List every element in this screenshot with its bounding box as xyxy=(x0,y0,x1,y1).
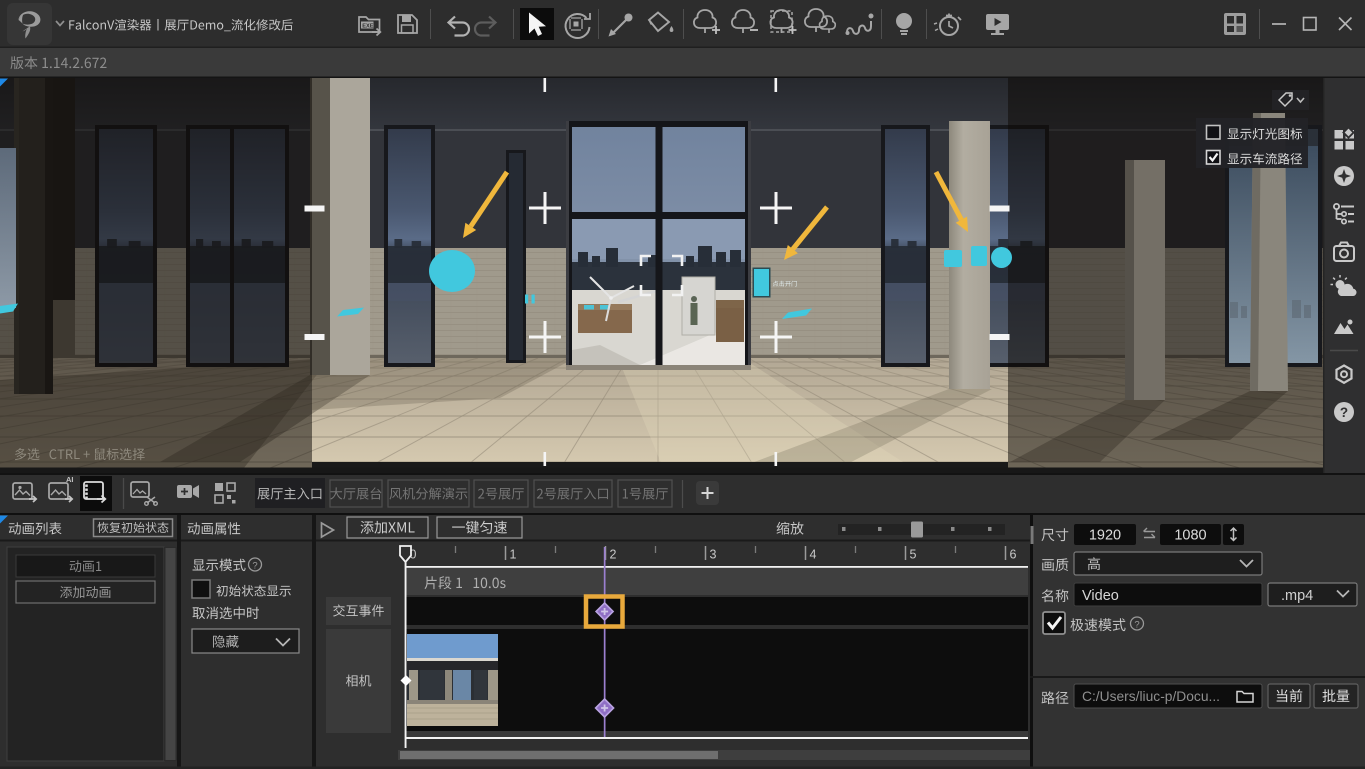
svg-text:1080: 1080 xyxy=(1174,528,1206,544)
svg-text:?: ? xyxy=(1134,619,1139,630)
svg-text:AI: AI xyxy=(66,475,74,484)
svg-text:2: 2 xyxy=(610,548,617,562)
svg-text:3: 3 xyxy=(710,548,717,562)
svg-text:4: 4 xyxy=(810,548,817,562)
svg-text:5: 5 xyxy=(910,548,917,562)
svg-text:?: ? xyxy=(1340,405,1348,420)
svg-text:1920: 1920 xyxy=(1089,528,1121,544)
svg-text:Video: Video xyxy=(1082,588,1119,604)
svg-text:1: 1 xyxy=(510,548,517,562)
svg-text:C:/Users/liuc-p/Docu...: C:/Users/liuc-p/Docu... xyxy=(1082,689,1220,704)
svg-text:EXE: EXE xyxy=(362,23,373,29)
svg-text:.mp4: .mp4 xyxy=(1281,588,1313,604)
svg-text:6: 6 xyxy=(1010,548,1017,562)
svg-text:?: ? xyxy=(252,560,257,571)
